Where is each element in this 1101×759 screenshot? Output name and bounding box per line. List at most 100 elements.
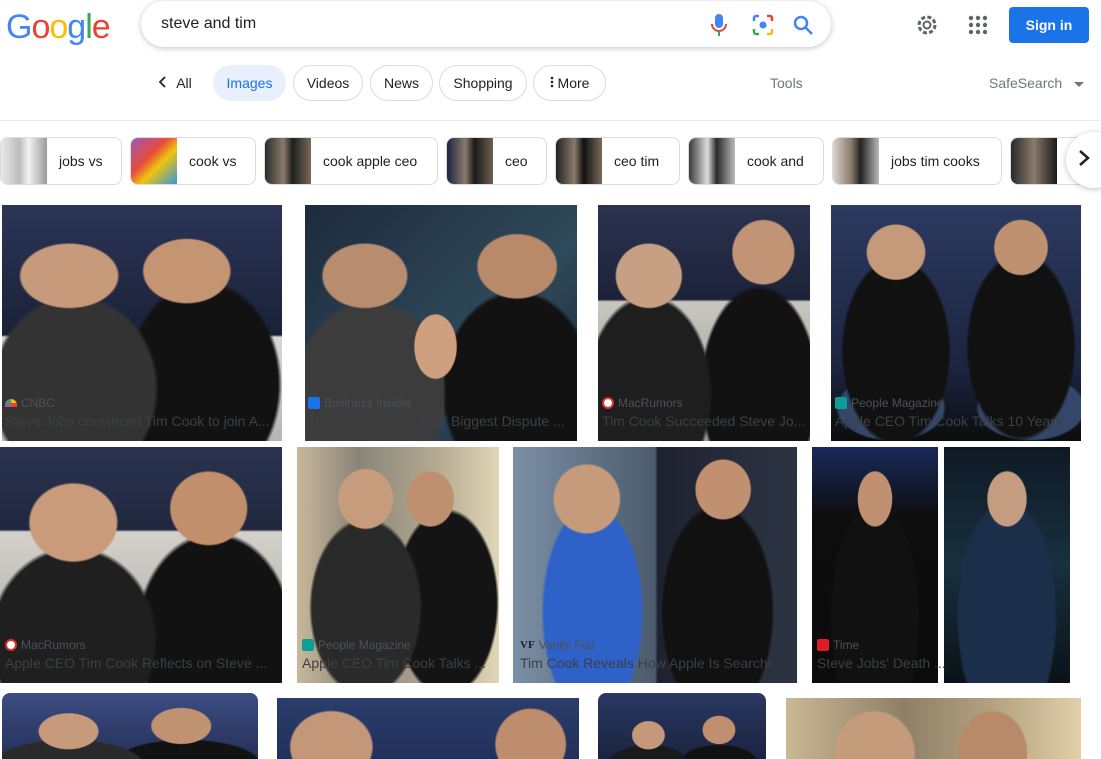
result-source-name: Time <box>833 638 860 652</box>
image-result[interactable]: Time Steve Jobs' Death ... <box>812 447 1084 683</box>
result-image[interactable] <box>0 447 282 683</box>
chip-label: jobs vs <box>59 153 103 169</box>
result-image[interactable] <box>513 447 797 683</box>
result-caption[interactable]: Tim Cook Succeeded Steve Jo... <box>602 413 808 429</box>
chip-thumbnail <box>833 138 879 184</box>
result-image[interactable] <box>831 205 1081 441</box>
chip-label: cook vs <box>189 153 237 169</box>
result-image[interactable] <box>598 205 810 441</box>
search-icon[interactable] <box>791 13 815 37</box>
vanity-fair-icon: VF <box>520 639 535 651</box>
google-logo[interactable]: Google <box>6 8 111 47</box>
chip-thumbnail <box>131 138 177 184</box>
chip-cook-and[interactable]: cook and <box>688 137 824 185</box>
time-magazine-icon <box>817 639 829 651</box>
result-caption[interactable]: Apple CEO Tim Cook Talks 10 Years... <box>835 413 1079 429</box>
chip-ceo[interactable]: ceo <box>446 137 547 185</box>
result-source: CNBC <box>5 396 55 410</box>
business-insider-icon <box>308 397 320 409</box>
result-source: VF Vanity Fair <box>520 638 595 652</box>
settings-gear-icon[interactable] <box>915 13 939 37</box>
result-source-name: MacRumors <box>21 638 86 652</box>
result-caption[interactable]: Steve Jobs convinced Tim Cook to join A.… <box>5 413 279 429</box>
result-source-name: MacRumors <box>618 396 683 410</box>
chevron-left-icon <box>158 75 166 91</box>
result-caption[interactable]: Apple CEO Tim Cook Reflects on Steve ... <box>5 655 277 671</box>
microphone-icon[interactable] <box>707 13 731 37</box>
result-source-name: People Magazine <box>318 638 411 652</box>
safesearch-button[interactable]: SafeSearch <box>989 75 1085 91</box>
result-source-name: Vanity Fair <box>538 638 596 652</box>
apps-grid-icon[interactable] <box>966 13 990 37</box>
image-result[interactable] <box>277 698 579 759</box>
chip-thumbnail <box>447 138 493 184</box>
image-result[interactable]: CNBC Steve Jobs convinced Tim Cook to jo… <box>2 205 282 441</box>
result-source-name: Business Insider <box>324 396 413 410</box>
result-source: Business Insider <box>308 396 412 410</box>
safesearch-label: SafeSearch <box>989 75 1063 91</box>
chip-label: ceo <box>505 153 528 169</box>
lens-camera-icon[interactable] <box>751 13 775 37</box>
people-magazine-icon <box>302 639 314 651</box>
tab-news[interactable]: News <box>370 65 433 101</box>
tab-more[interactable]: More <box>533 65 606 101</box>
sign-in-button[interactable]: Sign in <box>1009 7 1089 43</box>
chip-label: jobs tim cooks <box>891 153 980 169</box>
macrumors-icon <box>602 397 614 409</box>
result-image[interactable] <box>2 693 258 759</box>
chip-label: cook apple ceo <box>323 153 418 169</box>
chevron-right-icon <box>1078 149 1090 172</box>
image-result[interactable]: Business Insider Tim Cook, Steve Jobs' B… <box>305 205 577 441</box>
result-image[interactable] <box>2 205 282 441</box>
chip-thumbnail <box>556 138 602 184</box>
chip-jobs-tim-cooks[interactable]: jobs tim cooks <box>832 137 1002 185</box>
result-caption[interactable]: Apple CEO Tim Cook Talks ... <box>302 655 492 671</box>
tools-button[interactable]: Tools <box>770 75 803 91</box>
chip-thumbnail <box>1 138 47 184</box>
header-divider <box>0 120 1101 121</box>
result-image[interactable] <box>786 698 1081 759</box>
result-source-name: People Magazine <box>851 396 944 410</box>
result-source: People Magazine <box>302 638 411 652</box>
result-source-name: CNBC <box>21 396 56 410</box>
result-image[interactable] <box>598 693 766 759</box>
result-image[interactable] <box>305 205 577 441</box>
search-box[interactable]: steve and tim <box>141 1 831 47</box>
chip-thumbnail <box>689 138 735 184</box>
tab-all[interactable]: All <box>150 65 200 101</box>
tab-images[interactable]: Images <box>213 65 286 101</box>
result-caption[interactable]: Tim Cook Reveals How Apple Is Searchi... <box>520 655 788 671</box>
image-result[interactable]: MacRumors Tim Cook Succeeded Steve Jo... <box>598 205 810 441</box>
chip-thumbnail <box>265 138 311 184</box>
chip-cook-vs[interactable]: cook vs <box>130 137 256 185</box>
dropdown-arrow-icon <box>1074 75 1085 91</box>
chip-label: cook and <box>747 153 804 169</box>
image-result[interactable]: People Magazine Apple CEO Tim Cook Talks… <box>297 447 499 683</box>
macrumors-icon <box>5 639 17 651</box>
more-vert-icon <box>550 75 554 91</box>
image-result[interactable]: VF Vanity Fair Tim Cook Reveals How Appl… <box>513 447 797 683</box>
result-image[interactable] <box>812 447 1070 683</box>
result-image[interactable] <box>277 698 579 759</box>
result-source: MacRumors <box>5 638 86 652</box>
image-result[interactable] <box>598 693 766 759</box>
tab-all-label: All <box>176 75 192 91</box>
search-input[interactable]: steve and tim <box>161 15 256 33</box>
cnbc-peacock-icon <box>5 399 17 407</box>
tab-shopping[interactable]: Shopping <box>439 65 527 101</box>
image-result[interactable]: MacRumors Apple CEO Tim Cook Reflects on… <box>0 447 282 683</box>
image-result[interactable]: People Magazine Apple CEO Tim Cook Talks… <box>831 205 1081 441</box>
chip-cook-apple-ceo[interactable]: cook apple ceo <box>264 137 438 185</box>
tab-more-label: More <box>557 75 590 91</box>
tab-videos[interactable]: Videos <box>293 65 363 101</box>
result-caption[interactable]: Steve Jobs' Death ... <box>817 655 1079 671</box>
chip-ceo-tim[interactable]: ceo tim <box>555 137 680 185</box>
image-result[interactable] <box>2 693 258 759</box>
result-caption[interactable]: Tim Cook, Steve Jobs' Biggest Dispute ..… <box>308 413 574 429</box>
result-image[interactable] <box>297 447 499 683</box>
chip-jobs-vs[interactable]: jobs vs <box>0 137 122 185</box>
result-source: Time <box>817 638 859 652</box>
image-result[interactable] <box>786 698 1081 759</box>
result-source: MacRumors <box>602 396 683 410</box>
chip-label: ceo tim <box>614 153 660 169</box>
